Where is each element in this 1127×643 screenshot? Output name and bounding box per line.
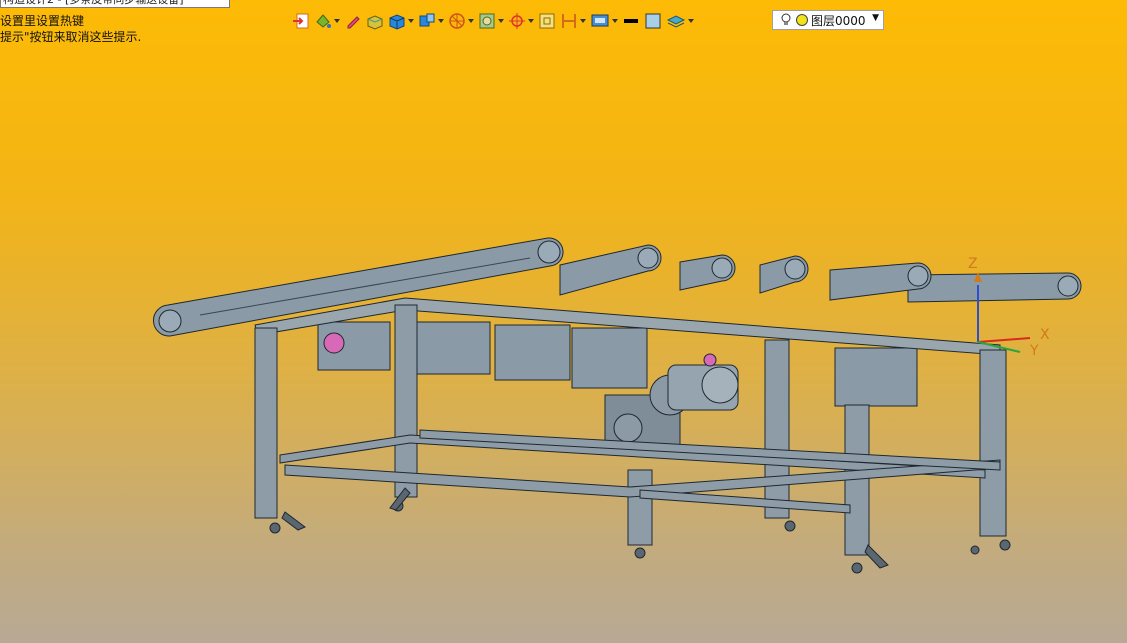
pink-bearing bbox=[703, 353, 717, 367]
axis-y-label: Y bbox=[1029, 343, 1039, 359]
drive-housing bbox=[571, 327, 648, 389]
axis-z-label: Z bbox=[968, 256, 978, 272]
drive-housing bbox=[411, 321, 491, 375]
conveyor-model[interactable]: Z X Y bbox=[0, 0, 1127, 643]
belt-conveyor bbox=[907, 272, 1082, 303]
pink-bearing bbox=[323, 332, 345, 354]
drive-housing bbox=[494, 324, 571, 381]
belt-conveyor bbox=[759, 255, 809, 294]
belt-conveyor bbox=[152, 237, 564, 337]
drive-housing bbox=[834, 347, 918, 407]
belt-conveyor bbox=[679, 254, 736, 291]
belt-conveyor bbox=[559, 244, 662, 296]
axis-x-label: X bbox=[1040, 327, 1050, 343]
axis-triad: Z X Y bbox=[968, 256, 1050, 359]
